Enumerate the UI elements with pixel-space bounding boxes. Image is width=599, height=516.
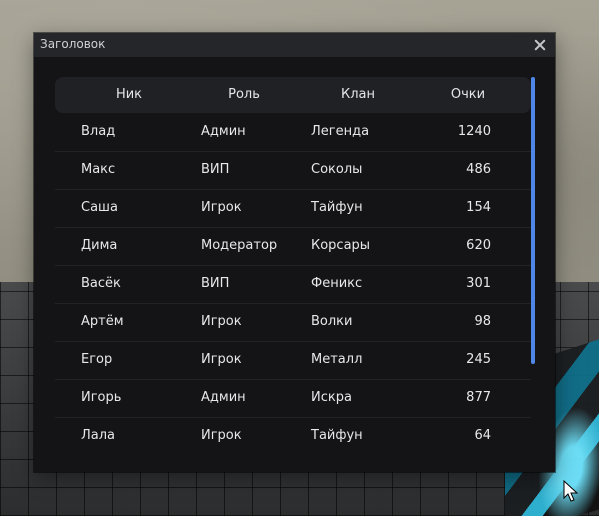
cell-nick: Васёк — [81, 276, 121, 291]
cell-clan: Феникс — [311, 276, 363, 291]
cell-nick: Дима — [81, 238, 118, 253]
cell-nick: Макс — [81, 162, 116, 177]
table-row[interactable]: Артём Игрок Волки 98 — [55, 303, 531, 342]
cell-role: ВИП — [201, 276, 230, 291]
cell-role: Админ — [201, 390, 246, 405]
cell-role: Игрок — [201, 314, 242, 329]
cell-role: ВИП — [201, 162, 230, 177]
window-titlebar[interactable]: Заголовок — [34, 33, 555, 57]
cell-clan: Волки — [311, 314, 353, 329]
cell-clan: Легенда — [311, 124, 370, 139]
table-row[interactable]: Егор Игрок Металл 245 — [55, 341, 531, 380]
cell-score: 154 — [466, 200, 491, 215]
table-row[interactable]: Васёк ВИП Феникс 301 — [55, 265, 531, 304]
cell-clan: Корсары — [311, 238, 371, 253]
cell-clan: Искра — [311, 390, 352, 405]
cell-nick: Игорь — [81, 390, 122, 405]
cell-nick: Влад — [81, 124, 116, 139]
cell-clan: Металл — [311, 352, 363, 367]
table-row[interactable]: Дима Модератор Корсары 620 — [55, 227, 531, 266]
cell-score: 486 — [466, 162, 491, 177]
cell-score: 877 — [466, 390, 491, 405]
window-title: Заголовок — [40, 37, 106, 51]
cell-nick: Егор — [81, 352, 113, 367]
table-header: Ник Роль Клан Очки — [55, 77, 531, 113]
cell-clan: Тайфун — [311, 200, 363, 215]
cell-role: Игрок — [201, 428, 242, 443]
cell-role: Игрок — [201, 352, 242, 367]
table-row[interactable]: Игорь Админ Искра 877 — [55, 379, 531, 418]
cell-score: 620 — [466, 238, 491, 253]
vertical-scrollbar[interactable] — [531, 77, 535, 364]
table-row[interactable]: Макс ВИП Соколы 486 — [55, 151, 531, 190]
cell-score: 301 — [466, 276, 491, 291]
scoreboard-window: Заголовок Ник Роль Клан Очки Влад Админ … — [34, 33, 555, 472]
cell-role: Модератор — [201, 238, 278, 253]
mouse-cursor-icon — [563, 480, 579, 502]
cell-score: 245 — [466, 352, 491, 367]
table-row[interactable]: Лала Игрок Тайфун 64 — [55, 417, 531, 455]
column-header-role[interactable]: Роль — [194, 87, 294, 102]
cell-nick: Артём — [81, 314, 124, 329]
players-table: Ник Роль Клан Очки Влад Админ Легенда 12… — [55, 77, 531, 449]
cell-role: Игрок — [201, 200, 242, 215]
cell-score: 64 — [474, 428, 491, 443]
cell-role: Админ — [201, 124, 246, 139]
table-row[interactable]: Влад Админ Легенда 1240 — [55, 113, 531, 152]
close-icon[interactable] — [529, 34, 551, 56]
column-header-score[interactable]: Очки — [418, 87, 518, 102]
column-header-nick[interactable]: Ник — [79, 87, 179, 102]
cell-score: 1240 — [457, 124, 491, 139]
column-header-clan[interactable]: Клан — [308, 87, 408, 102]
table-row[interactable]: Саша Игрок Тайфун 154 — [55, 189, 531, 228]
cell-nick: Саша — [81, 200, 118, 215]
cell-nick: Лала — [81, 428, 116, 443]
cell-clan: Соколы — [311, 162, 363, 177]
cell-score: 98 — [474, 314, 491, 329]
cell-clan: Тайфун — [311, 428, 363, 443]
